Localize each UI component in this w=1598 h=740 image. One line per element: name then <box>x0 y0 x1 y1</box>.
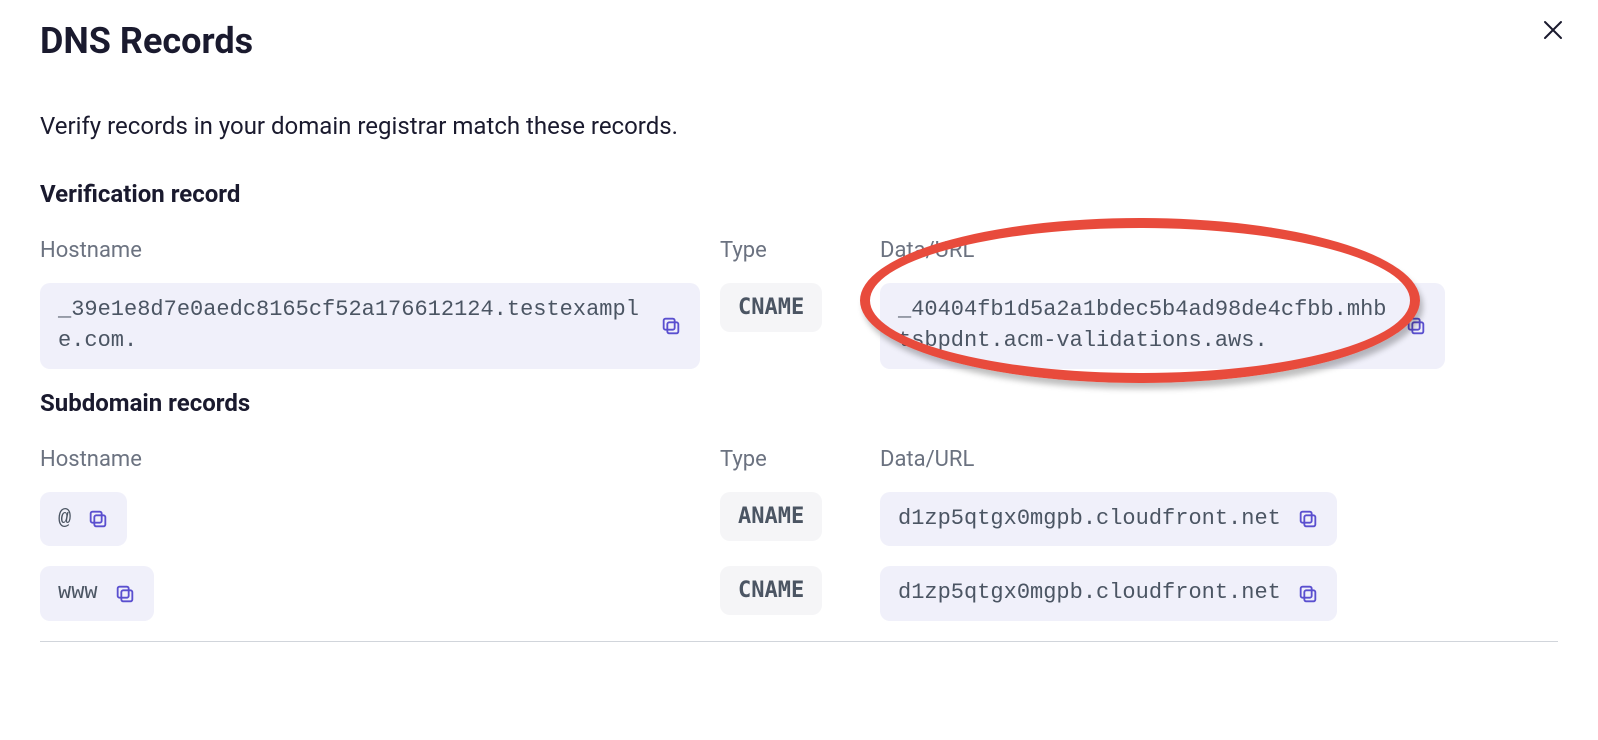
copy-icon[interactable] <box>1297 508 1319 530</box>
verification-hostname-value: _39e1e8d7e0aedc8165cf52a176612124.testex… <box>58 295 644 357</box>
subdomain-type-value: ANAME <box>720 492 822 541</box>
divider <box>40 641 1558 642</box>
col-hostname-header: Hostname <box>40 447 700 472</box>
verification-record-row: _39e1e8d7e0aedc8165cf52a176612124.testex… <box>40 283 1558 369</box>
copy-icon[interactable] <box>1405 315 1427 337</box>
subdomain-columns: Hostname Type Data/URL <box>40 447 1558 472</box>
subdomain-hostname-pill: www <box>40 566 154 621</box>
col-data-header: Data/URL <box>880 238 1558 263</box>
subdomain-data-value: d1zp5qtgx0mgpb.cloudfront.net <box>898 578 1281 609</box>
close-button[interactable] <box>1543 20 1563 45</box>
subdomain-hostname-value: www <box>58 578 98 609</box>
subdomain-hostname-value: @ <box>58 504 71 535</box>
verification-data-value: _40404fb1d5a2a1bdec5b4ad98de4cfbb.mhbtsb… <box>898 295 1389 357</box>
verification-hostname-pill: _39e1e8d7e0aedc8165cf52a176612124.testex… <box>40 283 700 369</box>
subdomain-type-value: CNAME <box>720 566 822 615</box>
col-hostname-header: Hostname <box>40 238 700 263</box>
col-type-header: Type <box>720 447 860 472</box>
subdomain-record-row: @ ANAME d1zp5qtgx0mgpb.cloudfront.net <box>40 492 1558 547</box>
verification-type-value: CNAME <box>720 283 822 332</box>
page-title: DNS Records <box>40 20 1558 62</box>
subdomain-data-pill: d1zp5qtgx0mgpb.cloudfront.net <box>880 566 1337 621</box>
copy-icon[interactable] <box>114 583 136 605</box>
subdomain-data-value: d1zp5qtgx0mgpb.cloudfront.net <box>898 504 1281 535</box>
verification-heading: Verification record <box>40 180 1558 208</box>
verification-columns: Hostname Type Data/URL <box>40 238 1558 263</box>
subdomain-hostname-pill: @ <box>40 492 127 547</box>
page-subtitle: Verify records in your domain registrar … <box>40 112 1558 140</box>
close-icon <box>1543 19 1563 46</box>
copy-icon[interactable] <box>87 508 109 530</box>
copy-icon[interactable] <box>1297 583 1319 605</box>
subdomain-record-row: www CNAME d1zp5qtgx0mgpb.cloudfront.net <box>40 566 1558 621</box>
subdomain-heading: Subdomain records <box>40 389 1558 417</box>
col-data-header: Data/URL <box>880 447 1558 472</box>
subdomain-data-pill: d1zp5qtgx0mgpb.cloudfront.net <box>880 492 1337 547</box>
col-type-header: Type <box>720 238 860 263</box>
verification-data-pill: _40404fb1d5a2a1bdec5b4ad98de4cfbb.mhbtsb… <box>880 283 1445 369</box>
copy-icon[interactable] <box>660 315 682 337</box>
